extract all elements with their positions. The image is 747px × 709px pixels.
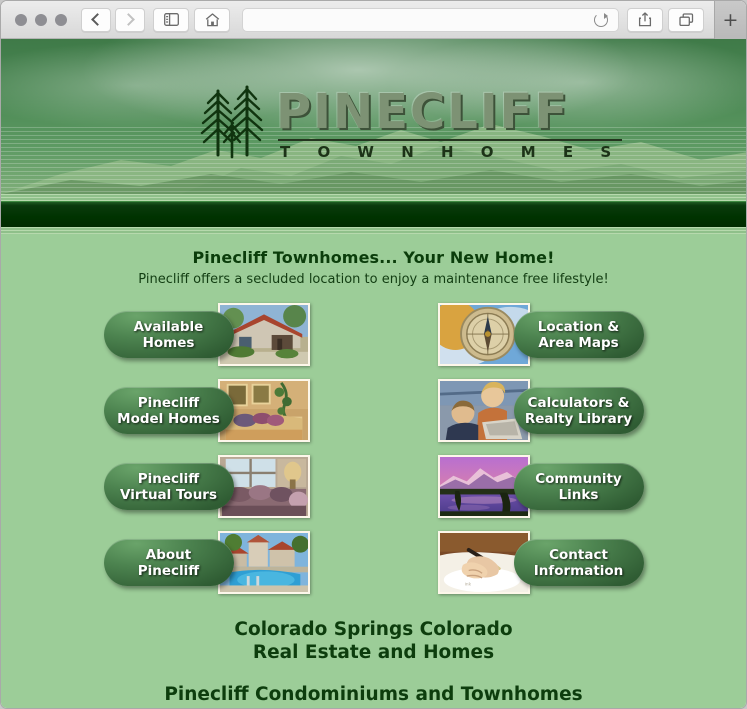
pine-trees-icon bbox=[200, 85, 264, 159]
page-content: PINECLIFF T O W N H O M E S Pinecliff To… bbox=[1, 39, 746, 708]
nav-label: Pinecliff Model Homes bbox=[117, 394, 220, 427]
footer-line-1: Colorado Springs Colorado bbox=[234, 619, 513, 640]
sidebar-button[interactable] bbox=[153, 7, 189, 32]
nav-pill-model-homes[interactable]: Pinecliff Model Homes bbox=[103, 387, 234, 434]
nav-pill-contact-information[interactable]: Contact Information bbox=[513, 539, 644, 586]
headline-block: Pinecliff Townhomes... Your New Home! Pi… bbox=[1, 234, 746, 287]
logo-title: PINECLIFF bbox=[276, 84, 570, 140]
share-icon bbox=[638, 12, 652, 27]
nav-item-community-links[interactable]: Community Links bbox=[437, 455, 644, 518]
share-button[interactable] bbox=[627, 7, 663, 32]
forward-button[interactable] bbox=[115, 7, 145, 32]
nav-pill-community-links[interactable]: Community Links bbox=[513, 463, 644, 510]
wordmark: PINECLIFF T O W N H O M E S bbox=[276, 84, 623, 161]
home-button[interactable] bbox=[194, 7, 230, 32]
nav-pill-calculators[interactable]: Calculators & Realty Library bbox=[513, 387, 644, 434]
nav-pill-location-maps[interactable]: Location & Area Maps bbox=[513, 311, 644, 358]
home-icon bbox=[205, 12, 219, 26]
tab-overview-button[interactable] bbox=[668, 7, 704, 32]
close-button[interactable] bbox=[15, 13, 27, 26]
chevron-right-icon bbox=[122, 13, 135, 26]
footer-line-3: Pinecliff Condominiums and Townhomes bbox=[164, 684, 583, 705]
nav-pill-virtual-tours[interactable]: Pinecliff Virtual Tours bbox=[103, 463, 234, 510]
nav-item-calculators[interactable]: Calculators & Realty Library bbox=[437, 379, 644, 442]
nav-label: Available Homes bbox=[133, 318, 204, 351]
back-button[interactable] bbox=[81, 7, 111, 32]
nav-item-model-homes[interactable]: Pinecliff Model Homes bbox=[103, 379, 310, 442]
site-logo[interactable]: PINECLIFF T O W N H O M E S bbox=[198, 84, 623, 161]
nav-column-right: Location & Area Maps Calculators & Realt… bbox=[437, 303, 644, 594]
logo-subtitle: T O W N H O M E S bbox=[280, 143, 623, 161]
nav-item-contact-information[interactable]: ink Contact Information bbox=[437, 531, 644, 594]
browser-toolbar: + bbox=[1, 1, 746, 39]
tabs-icon bbox=[678, 12, 693, 26]
nav-column-left: Available Homes Pinecliff Model Homes Pi… bbox=[103, 303, 310, 594]
window-controls bbox=[7, 13, 81, 26]
nav-label: Contact Information bbox=[533, 546, 624, 579]
reload-icon[interactable] bbox=[594, 12, 608, 27]
navigation-buttons bbox=[81, 7, 149, 32]
nav-label: About Pinecliff bbox=[137, 546, 200, 579]
nav-label: Community Links bbox=[535, 470, 622, 503]
nav-label: Pinecliff Virtual Tours bbox=[120, 470, 217, 503]
sidebar-icon bbox=[163, 13, 179, 26]
new-tab-button[interactable]: + bbox=[714, 1, 746, 39]
nav-item-virtual-tours[interactable]: Pinecliff Virtual Tours bbox=[103, 455, 310, 518]
zoom-button[interactable] bbox=[55, 13, 67, 26]
site-header-banner: PINECLIFF T O W N H O M E S bbox=[1, 39, 746, 194]
banner-bottom-stripes bbox=[1, 227, 746, 234]
nav-item-available-homes[interactable]: Available Homes bbox=[103, 303, 310, 366]
nav-pill-about-pinecliff[interactable]: About Pinecliff bbox=[103, 539, 234, 586]
svg-text:ink: ink bbox=[464, 581, 471, 587]
banner-top-stripes bbox=[1, 194, 746, 201]
nav-item-location-maps[interactable]: Location & Area Maps bbox=[437, 303, 644, 366]
page-subtitle: Pinecliff offers a secluded location to … bbox=[138, 272, 609, 287]
nav-grid: Available Homes Pinecliff Model Homes Pi… bbox=[1, 303, 746, 594]
nav-item-about-pinecliff[interactable]: About Pinecliff bbox=[103, 531, 310, 594]
nav-label: Location & Area Maps bbox=[537, 318, 620, 351]
address-bar[interactable] bbox=[242, 7, 619, 32]
nav-label: Calculators & Realty Library bbox=[524, 394, 633, 427]
nav-pill-available-homes[interactable]: Available Homes bbox=[103, 311, 234, 358]
chevron-left-icon bbox=[91, 13, 104, 26]
nav-dark-bar bbox=[1, 201, 746, 227]
footer-block: Colorado Springs Colorado Real Estate an… bbox=[1, 618, 746, 705]
page-title: Pinecliff Townhomes... Your New Home! bbox=[192, 248, 555, 267]
minimize-button[interactable] bbox=[35, 13, 47, 26]
browser-window: + PINECLIFF T O W N H O M E S Pinecliff … bbox=[0, 0, 747, 709]
footer-line-2: Real Estate and Homes bbox=[252, 642, 495, 663]
